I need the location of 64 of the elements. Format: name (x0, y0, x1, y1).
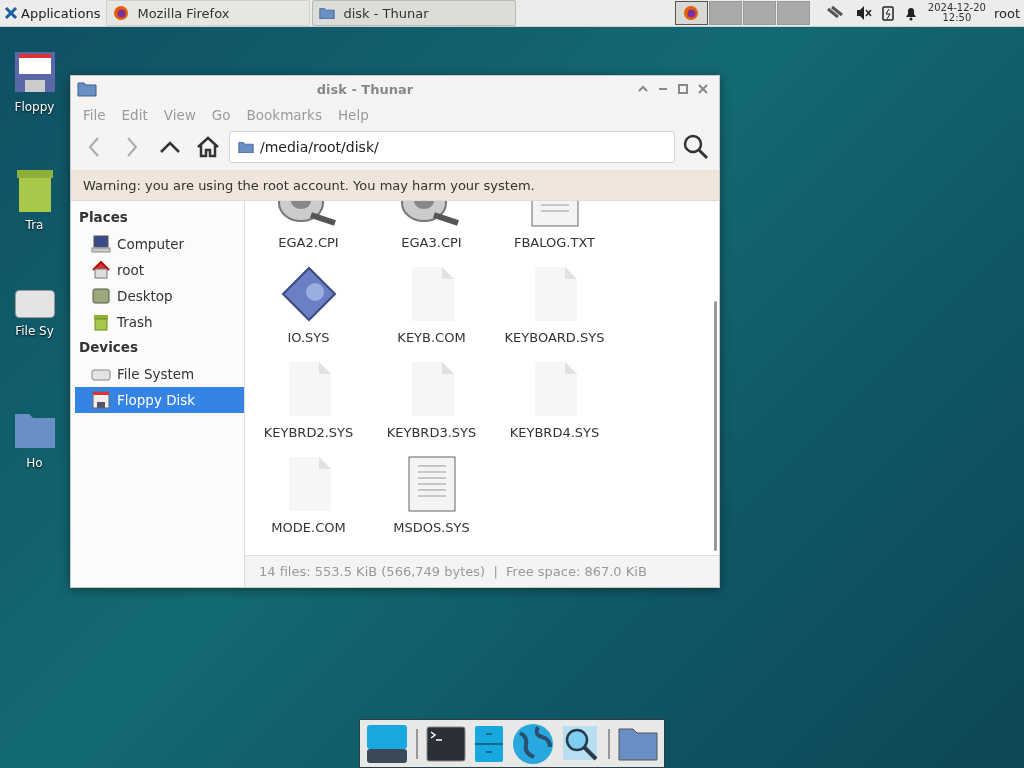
xfce-logo-icon (4, 6, 18, 20)
folder-icon (238, 140, 254, 154)
close-icon (697, 84, 709, 94)
file-name[interactable]: IO.SYS (287, 330, 330, 345)
file-name[interactable]: KEYBRD4.SYS (509, 425, 600, 440)
muted-speaker-icon (855, 5, 872, 21)
time-text: 12:50 (941, 13, 973, 23)
file-name[interactable]: KEYBOARD.SYS (504, 330, 605, 345)
sidebar-item[interactable]: root (75, 257, 244, 283)
sidebar-item[interactable]: Desktop (75, 283, 244, 309)
show-desktop-icon[interactable] (366, 723, 408, 764)
search-magnifier-icon[interactable] (562, 724, 600, 763)
chevron-up-icon (159, 140, 181, 154)
folder-icon (319, 6, 336, 20)
sidebar-heading: Devices (78, 338, 139, 357)
window-folder-icon (77, 81, 97, 97)
sidebar-heading: Places (78, 208, 129, 227)
battery-icon (881, 5, 894, 21)
sidebar-item[interactable]: Computer (75, 231, 244, 257)
status-bar: 14 files: 553.5 KiB (566,749 bytes) | Free space: 867.0 KiB (245, 555, 719, 587)
terminal-icon[interactable] (426, 725, 466, 762)
folder-icon[interactable] (618, 726, 658, 761)
chevron-right-icon (125, 136, 139, 158)
file-name[interactable]: KEYB.COM (397, 330, 466, 345)
text-file-icon (407, 456, 456, 512)
file-name[interactable]: MODE.COM (271, 520, 346, 535)
drive-icon (14, 290, 55, 318)
globe-icon[interactable] (512, 722, 554, 765)
root-warning-bar: Warning: you are using the root account. You may harm your system. (71, 170, 719, 200)
desktop-icon-label[interactable]: Floppy (14, 100, 55, 114)
window-title: disk - Thunar (315, 81, 415, 97)
taskbar-button[interactable]: disk - Thunar (312, 0, 517, 26)
date-text: 2024-12-20 (927, 3, 986, 13)
chevron-left-icon (87, 136, 101, 158)
file-name[interactable]: EGA3.CPI (401, 235, 462, 250)
sidebar-item[interactable]: Floppy Disk (75, 387, 244, 413)
sidebar-item[interactable]: Trash (75, 309, 244, 335)
bell-icon (903, 5, 918, 21)
file-name[interactable]: MSDOS.SYS (393, 520, 470, 535)
file-name[interactable]: EGA2.CPI (278, 235, 339, 250)
applications-menu[interactable]: Applications (0, 0, 105, 26)
desktop-icon (91, 286, 111, 306)
file-name[interactable]: FBALOG.TXT (513, 235, 596, 250)
user-name[interactable]: root (985, 5, 1024, 21)
firefox-icon (683, 5, 700, 21)
location-field[interactable]: /media/root/disk/ (229, 131, 675, 163)
workspace-button[interactable] (674, 1, 708, 25)
taskbar-button[interactable]: Mozilla Firefox (106, 0, 311, 26)
file-name[interactable]: KEYBRD2.SYS (263, 425, 354, 440)
desktop-icon-label[interactable]: File Sy (15, 324, 54, 338)
sidebar-item[interactable]: File System (75, 361, 244, 387)
trash-icon (16, 170, 53, 212)
scrollbar-thumb[interactable] (714, 301, 717, 551)
file-name[interactable]: KEYBRD3.SYS (386, 425, 477, 440)
desktop-icon-label[interactable]: Ho (26, 456, 43, 470)
house-icon (91, 260, 111, 280)
trash-icon (91, 312, 111, 332)
desktop-icon-label[interactable]: Tra (25, 218, 44, 232)
firefox-icon (113, 5, 130, 21)
computer-icon (91, 234, 111, 254)
gear-diamond-icon (280, 266, 337, 322)
maximize-icon (677, 84, 689, 94)
chevron-up-icon (637, 84, 649, 94)
file-cabinet-icon[interactable] (474, 724, 504, 763)
